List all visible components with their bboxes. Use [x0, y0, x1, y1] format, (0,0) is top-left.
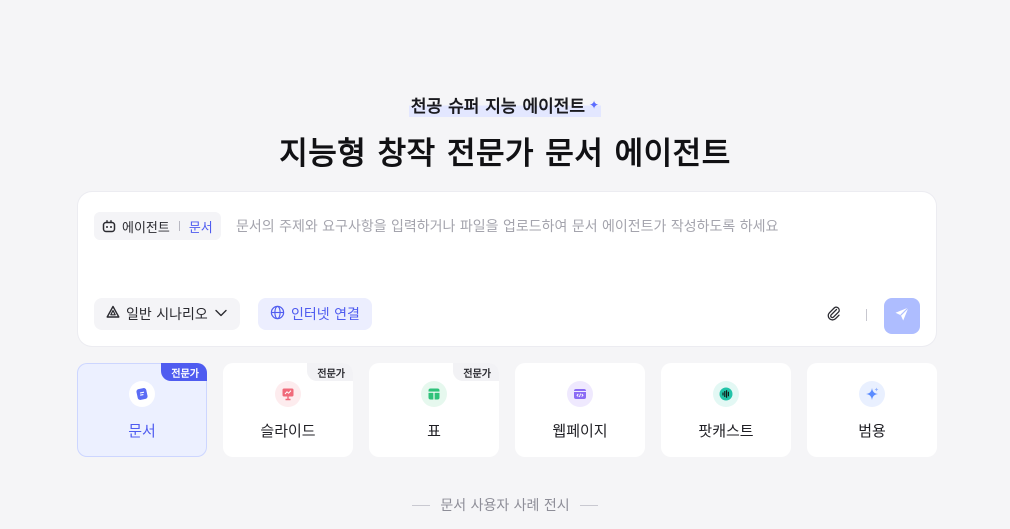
robot-icon [102, 219, 116, 233]
podcast-icon [713, 381, 739, 407]
webpage-icon [567, 381, 593, 407]
type-card-label: 표 [427, 422, 441, 440]
agent-chip-label: 에이전트 [122, 220, 170, 236]
divider-line [579, 504, 598, 506]
agent-chip[interactable]: 에이전트 문서 [94, 212, 221, 240]
sparkle-icon: ✦ [589, 97, 600, 112]
send-icon [894, 306, 910, 326]
chevron-down-icon [214, 306, 228, 322]
showcase-label: 문서 사용자 사례 전시 [440, 498, 570, 514]
table-icon [421, 381, 447, 407]
type-card-label: 웹페이지 [552, 422, 608, 440]
expert-badge: 전문가 [453, 363, 499, 381]
type-card-document[interactable]: 전문가 문서 [77, 363, 207, 457]
triangle-scenario-icon [106, 305, 120, 323]
send-button[interactable] [884, 298, 920, 334]
presentation-icon [275, 381, 301, 407]
type-card-table[interactable]: 전문가 표 [369, 363, 499, 457]
tagline: 천공 슈퍼 지능 에이전트 ✦ [0, 92, 1010, 117]
paperclip-icon [826, 305, 842, 325]
page-title: 지능형 창작 전문가 문서 에이전트 [279, 136, 731, 172]
type-card-label: 문서 [128, 422, 156, 440]
type-card-label: 범용 [858, 422, 886, 440]
expert-badge: 전문가 [307, 363, 353, 381]
attach-button[interactable] [824, 305, 844, 325]
showcase-heading: 문서 사용자 사례 전시 [0, 495, 1010, 515]
scenario-label: 일반 시나리오 [126, 307, 208, 323]
type-card-label: 팟캐스트 [698, 422, 754, 440]
tagline-text: 천공 슈퍼 지능 에이전트 [410, 97, 586, 117]
scenario-dropdown[interactable]: 일반 시나리오 [94, 298, 240, 330]
divider-line [412, 504, 431, 506]
type-card-slides[interactable]: 전문가 슬라이드 [223, 363, 353, 457]
document-icon [129, 381, 155, 407]
prompt-input[interactable]: 문서의 주제와 요구사항을 입력하거나 파일을 업로드하여 문서 에이전트가 작… [236, 216, 778, 236]
sparkle-icon [859, 381, 885, 407]
agent-type-cards: 전문가 문서 전문가 슬라이드 전문가 표 웹페이지 팟캐스트 범용 [77, 363, 938, 457]
internet-toggle[interactable]: 인터넷 연결 [258, 298, 372, 330]
type-card-general[interactable]: 범용 [807, 363, 937, 457]
agent-chip-type: 문서 [188, 220, 213, 236]
type-card-label: 슬라이드 [260, 422, 316, 440]
expert-badge: 전문가 [161, 363, 207, 381]
toolbar-divider [866, 309, 867, 321]
page: 천공 슈퍼 지능 에이전트 ✦ 지능형 창작 전문가 문서 에이전트 에이전트 … [0, 0, 1010, 529]
globe-icon [270, 305, 285, 324]
chip-divider [178, 221, 180, 231]
internet-label: 인터넷 연결 [291, 307, 360, 323]
type-card-webpage[interactable]: 웹페이지 [515, 363, 645, 457]
type-card-podcast[interactable]: 팟캐스트 [661, 363, 791, 457]
prompt-composer: 에이전트 문서 문서의 주제와 요구사항을 입력하거나 파일을 업로드하여 문서… [78, 192, 936, 346]
